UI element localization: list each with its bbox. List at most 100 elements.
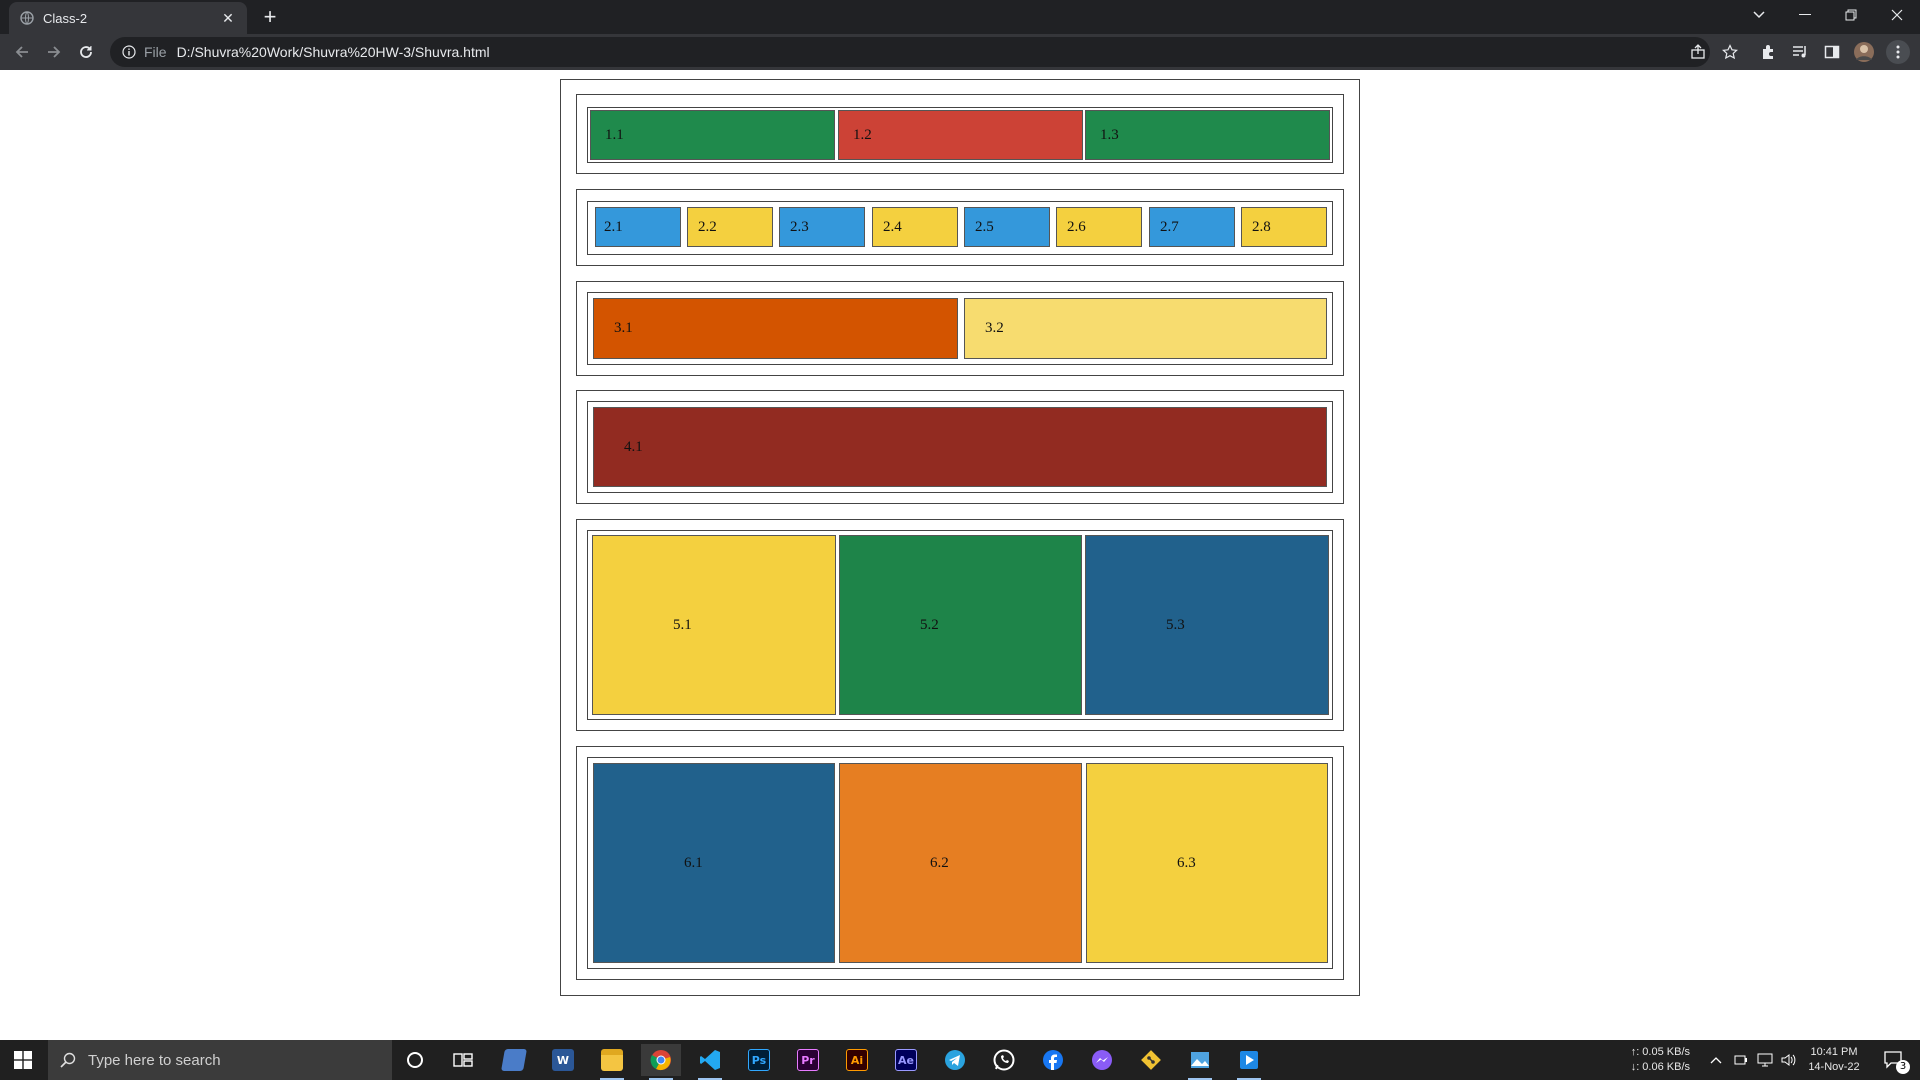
box-label: 2.2 xyxy=(698,218,717,235)
row-2-inner: 2.1 2.2 2.3 2.4 2.5 2.6 2.7 2.8 xyxy=(587,201,1333,255)
side-panel-icon[interactable] xyxy=(1820,40,1844,64)
notification-center-icon[interactable]: 3 xyxy=(1874,1044,1914,1076)
start-button[interactable] xyxy=(0,1040,46,1080)
telegram-icon[interactable] xyxy=(935,1044,975,1076)
box-2-6: 2.6 xyxy=(1056,207,1142,247)
chevron-up-icon[interactable] xyxy=(1704,1044,1728,1076)
box-2-7: 2.7 xyxy=(1149,207,1235,247)
row-1-outer: 1.1 1.2 1.3 xyxy=(576,94,1344,174)
volume-icon[interactable] xyxy=(1778,1044,1800,1076)
media-player-icon[interactable] xyxy=(1229,1044,1269,1080)
file-explorer-icon[interactable] xyxy=(592,1044,632,1080)
globe-icon xyxy=(19,10,35,26)
row-5-outer: 5.1 5.2 5.3 xyxy=(576,519,1344,731)
box-2-2: 2.2 xyxy=(687,207,773,247)
box-label: 2.8 xyxy=(1252,218,1271,235)
restore-button[interactable] xyxy=(1828,0,1874,30)
box-1-1: 1.1 xyxy=(590,110,835,160)
whatsapp-icon[interactable] xyxy=(984,1044,1024,1076)
notification-badge: 3 xyxy=(1896,1060,1910,1074)
clock[interactable]: 10:41 PM 14-Nov-22 xyxy=(1802,1045,1866,1075)
share-icon[interactable] xyxy=(1686,40,1710,64)
after-effects-icon[interactable]: Ae xyxy=(886,1044,926,1076)
row-4-inner: 4.1 xyxy=(587,401,1333,493)
box-3-1: 3.1 xyxy=(593,298,958,359)
box-2-4: 2.4 xyxy=(872,207,958,247)
box-5-2: 5.2 xyxy=(839,535,1082,715)
box-label: 2.6 xyxy=(1067,218,1086,235)
messenger-icon[interactable] xyxy=(1082,1044,1122,1076)
row-2-outer: 2.1 2.2 2.3 2.4 2.5 2.6 2.7 2.8 xyxy=(576,189,1344,266)
row-4-outer: 4.1 xyxy=(576,390,1344,504)
site-info-icon[interactable] xyxy=(120,43,138,61)
chrome-icon[interactable] xyxy=(641,1044,681,1080)
clock-time: 10:41 PM xyxy=(1810,1046,1858,1058)
network-icon[interactable] xyxy=(1754,1044,1776,1076)
box-2-1: 2.1 xyxy=(595,207,681,247)
tab-title: Class-2 xyxy=(43,10,88,26)
close-tab-icon[interactable]: ✕ xyxy=(219,9,237,27)
minimize-button[interactable] xyxy=(1782,0,1828,30)
search-placeholder: Type here to search xyxy=(88,1051,221,1069)
box-label: 2.5 xyxy=(975,218,994,235)
box-label: 5.1 xyxy=(673,616,692,633)
windows-taskbar: Type here to search W Ps Pr Ai Ae ↑: 0.0… xyxy=(0,1040,1920,1080)
box-label: 2.1 xyxy=(604,218,623,235)
box-label: 1.3 xyxy=(1100,126,1119,143)
taskbar-search-box[interactable]: Type here to search xyxy=(48,1040,392,1080)
box-label: 5.3 xyxy=(1166,616,1185,633)
box-label: 2.7 xyxy=(1160,218,1179,235)
extensions-icon[interactable] xyxy=(1756,40,1780,64)
browser-tab[interactable]: Class-2 ✕ xyxy=(9,2,247,34)
box-2-5: 2.5 xyxy=(964,207,1050,247)
box-6-1: 6.1 xyxy=(593,763,835,963)
media-control-icon[interactable] xyxy=(1788,40,1812,64)
box-label: 1.2 xyxy=(853,126,872,143)
browser-toolbar: File D:/Shuvra%20Work/Shuvra%20HW-3/Shuv… xyxy=(0,34,1920,70)
profile-avatar[interactable] xyxy=(1852,40,1876,64)
row-5-inner: 5.1 5.2 5.3 xyxy=(587,530,1333,720)
back-button[interactable] xyxy=(8,38,36,66)
box-6-3: 6.3 xyxy=(1086,763,1328,963)
box-label: 5.2 xyxy=(920,616,939,633)
reload-button[interactable] xyxy=(72,38,100,66)
new-tab-button[interactable]: + xyxy=(258,4,282,29)
forward-button[interactable] xyxy=(40,38,68,66)
box-5-1: 5.1 xyxy=(592,535,836,715)
vscode-icon[interactable] xyxy=(690,1044,730,1080)
git-icon[interactable] xyxy=(1131,1044,1171,1076)
search-icon xyxy=(60,1052,76,1068)
box-2-3: 2.3 xyxy=(779,207,865,247)
photoshop-icon[interactable]: Ps xyxy=(739,1044,779,1076)
menu-kebab-icon[interactable] xyxy=(1886,40,1910,64)
battery-icon[interactable] xyxy=(1730,1044,1752,1076)
box-5-3: 5.3 xyxy=(1085,535,1329,715)
windows-logo-icon xyxy=(14,1051,32,1069)
close-window-button[interactable] xyxy=(1874,0,1920,30)
row-6-inner: 6.1 6.2 6.3 xyxy=(587,757,1333,969)
box-label: 2.3 xyxy=(790,218,809,235)
box-3-2: 3.2 xyxy=(964,298,1327,359)
row-6-outer: 6.1 6.2 6.3 xyxy=(576,746,1344,980)
address-url: D:/Shuvra%20Work/Shuvra%20HW-3/Shuvra.ht… xyxy=(176,44,490,60)
clock-date: 14-Nov-22 xyxy=(1808,1061,1860,1073)
box-label: 4.1 xyxy=(624,438,643,455)
row-3-outer: 3.1 3.2 xyxy=(576,281,1344,376)
photos-icon[interactable] xyxy=(1180,1044,1220,1080)
box-1-3: 1.3 xyxy=(1085,110,1330,160)
box-6-2: 6.2 xyxy=(839,763,1082,963)
premiere-icon[interactable]: Pr xyxy=(788,1044,828,1076)
bookmark-star-icon[interactable] xyxy=(1718,40,1742,64)
network-speed: ↑: 0.05 KB/s ↓: 0.06 KB/s xyxy=(1620,1045,1690,1075)
address-bar[interactable]: File D:/Shuvra%20Work/Shuvra%20HW-3/Shuv… xyxy=(110,37,1710,67)
facebook-icon[interactable] xyxy=(1033,1044,1073,1076)
illustrator-icon[interactable]: Ai xyxy=(837,1044,877,1076)
file-app-icon[interactable] xyxy=(494,1044,534,1076)
box-1-2: 1.2 xyxy=(838,110,1083,160)
cortana-icon[interactable] xyxy=(395,1044,435,1076)
task-view-icon[interactable] xyxy=(443,1044,483,1076)
box-label: 2.4 xyxy=(883,218,902,235)
box-2-8: 2.8 xyxy=(1241,207,1327,247)
tab-search-icon[interactable] xyxy=(1736,0,1782,30)
word-icon[interactable]: W xyxy=(543,1044,583,1076)
